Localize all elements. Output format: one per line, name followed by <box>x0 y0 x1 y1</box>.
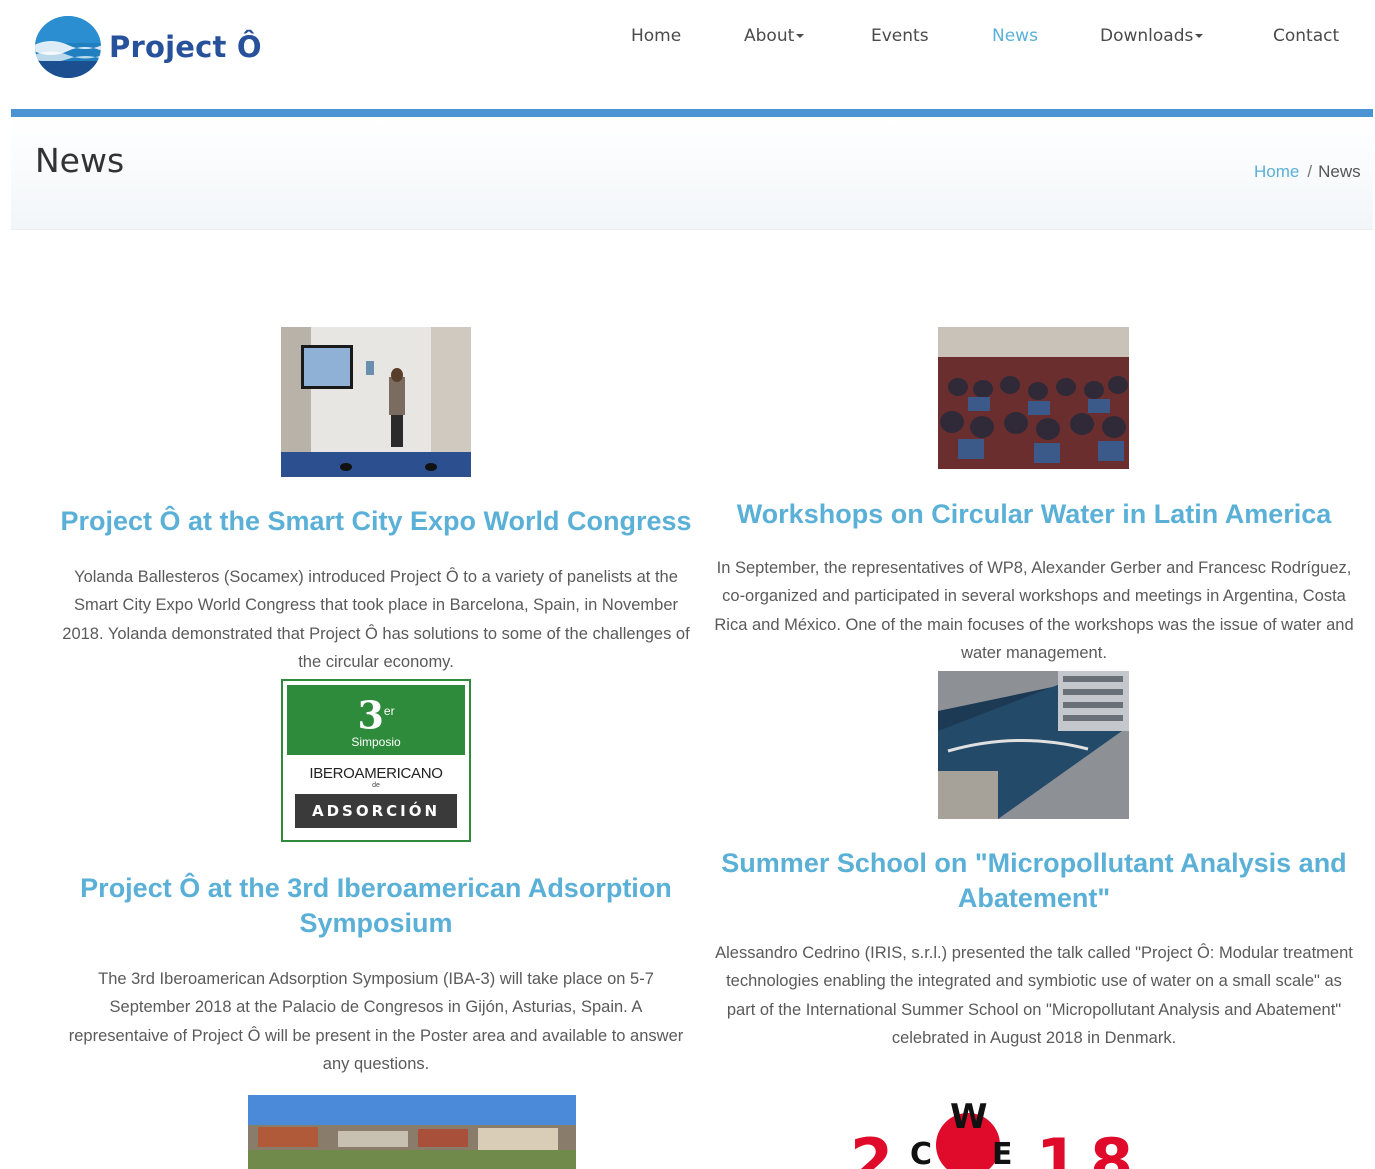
campus-photo[interactable] <box>248 1095 576 1169</box>
breadcrumb-home-link[interactable]: Home <box>1254 162 1299 181</box>
breadcrumb-separator: / <box>1307 162 1313 181</box>
caret-down-icon <box>796 34 805 38</box>
nav-downloads-label: Downloads <box>1100 26 1194 46</box>
nav-news[interactable]: News <box>992 26 1038 46</box>
symposium-number-sup: er <box>383 704 395 718</box>
article-title[interactable]: Project Ô at the 3rd Iberoamerican Adsor… <box>56 871 696 941</box>
symposium-number: 3 <box>357 692 384 738</box>
expo-stand-photo[interactable] <box>281 327 471 477</box>
header-accent-bar <box>11 109 1373 117</box>
page-title-band: News Home / News <box>11 117 1373 230</box>
nav-downloads[interactable]: Downloads <box>1100 26 1204 46</box>
nav-home[interactable]: Home <box>631 26 681 46</box>
conference-logo[interactable]: 2 1 8 W C E <box>846 1095 1156 1169</box>
article-summary: In September, the representatives of WP8… <box>714 559 1354 662</box>
harbour-image <box>938 671 1129 819</box>
site-header: Project Ô Home About Events News Downloa… <box>0 0 1375 110</box>
nav-about[interactable]: About <box>744 26 805 46</box>
symposium-adsorcion: ADSORCIÓN <box>295 794 457 828</box>
svg-text:2: 2 <box>850 1125 893 1169</box>
article-title[interactable]: Workshops on Circular Water in Latin Ame… <box>714 497 1354 532</box>
nav-about-label: About <box>744 26 795 46</box>
auditorium-audience-photo[interactable] <box>938 327 1129 469</box>
symposium-logo-number: 3er <box>283 691 469 736</box>
nav-contact[interactable]: Contact <box>1273 26 1339 46</box>
campus-image <box>248 1095 576 1169</box>
article-title[interactable]: Summer School on "Micropollutant Analysi… <box>714 846 1354 916</box>
conference-logo-w: W <box>950 1097 988 1137</box>
aerial-harbour-photo[interactable] <box>938 671 1129 819</box>
symposium-de: de <box>372 782 380 789</box>
conference-logo-e: E <box>992 1137 1013 1169</box>
article-summary: Alessandro Cedrino (IRIS, s.r.l.) presen… <box>715 944 1353 1047</box>
breadcrumb-current: News <box>1318 162 1361 181</box>
main-nav: Home About Events News Downloads Contact <box>0 26 1375 50</box>
article-summary: The 3rd Iberoamerican Adsorption Symposi… <box>68 970 684 1073</box>
article-title[interactable]: Project Ô at the Smart City Expo World C… <box>56 504 696 539</box>
symposium-ibero: IBEROAMERICANO <box>309 765 443 782</box>
page-title: News <box>35 141 125 180</box>
symposium-logo[interactable]: 3er Simposio IBEROAMERICANO de ADSORCIÓN <box>281 679 471 842</box>
svg-text:8: 8 <box>1090 1125 1133 1169</box>
auditorium-image <box>938 327 1129 469</box>
expo-stand-image <box>281 327 471 477</box>
breadcrumb: Home / News <box>1254 162 1361 182</box>
conference-logo-c: C <box>910 1137 933 1169</box>
nav-events[interactable]: Events <box>871 26 929 46</box>
svg-text:1: 1 <box>1036 1125 1079 1169</box>
symposium-simposio: Simposio <box>351 735 401 749</box>
caret-down-icon <box>1195 34 1204 38</box>
article-summary: Yolanda Ballesteros (Socamex) introduced… <box>62 568 690 671</box>
